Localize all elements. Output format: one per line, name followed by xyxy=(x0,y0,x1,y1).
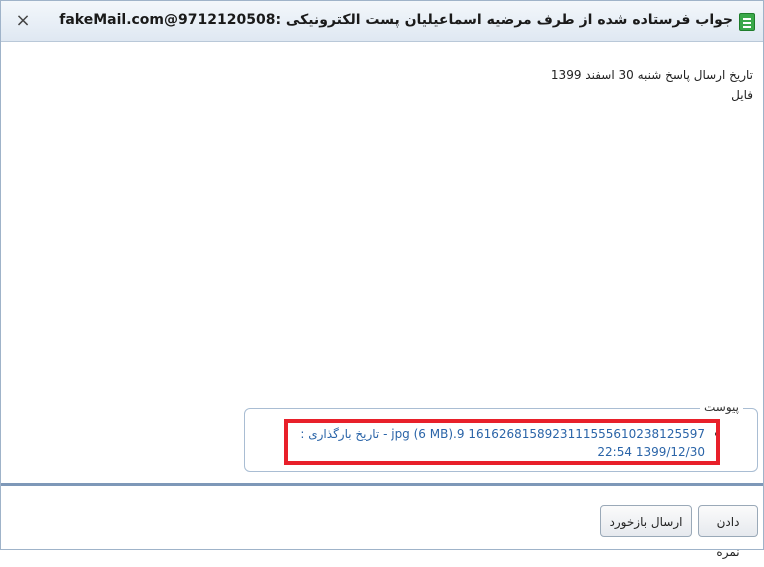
dialog-title: جواب فرستاده شده از طرف مرضیه اسماعیلیان… xyxy=(59,12,733,28)
close-icon[interactable]: × xyxy=(11,9,35,33)
highlight-box xyxy=(284,419,720,465)
message-content: تاریخ ارسال پاسخ شنبه 30 اسفند 1399 فایل xyxy=(551,65,753,105)
dialog-titlebar: جواب فرستاده شده از طرف مرضیه اسماعیلیان… xyxy=(1,1,763,42)
message-body: فایل xyxy=(731,88,753,102)
grade-button[interactable]: دادن نمره xyxy=(698,505,758,559)
document-icon xyxy=(739,13,755,31)
send-feedback-button[interactable]: ارسال بازخورد xyxy=(600,505,692,537)
send-date: تاریخ ارسال پاسخ شنبه 30 اسفند 1399 xyxy=(550,68,753,82)
attachments-legend: پیوست xyxy=(700,400,743,414)
footer-divider xyxy=(1,483,763,486)
reply-dialog: جواب فرستاده شده از طرف مرضیه اسماعیلیان… xyxy=(0,0,764,559)
